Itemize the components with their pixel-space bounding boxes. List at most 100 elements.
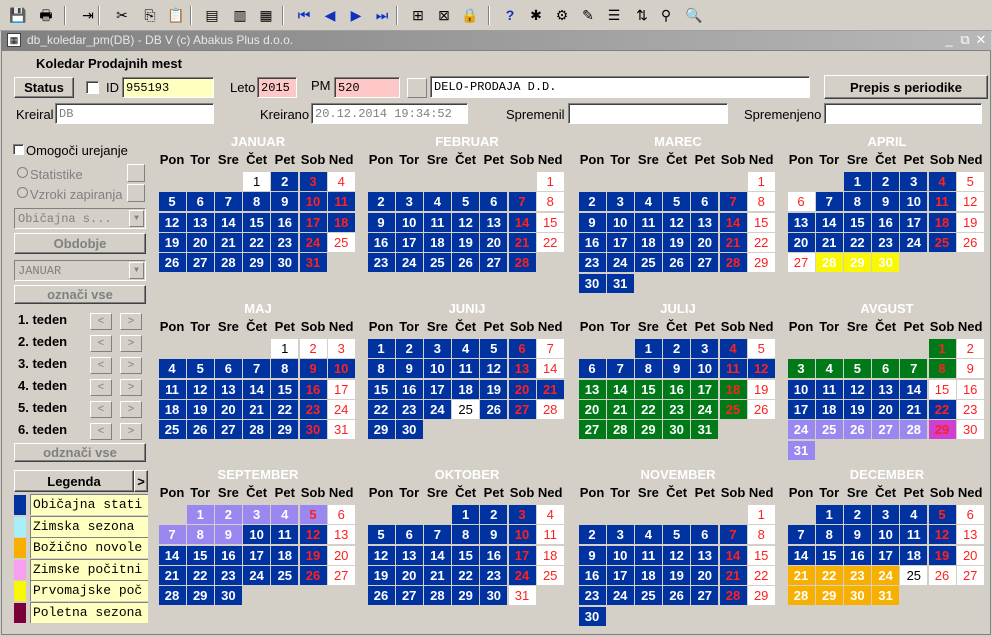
day-cell[interactable]: 6 [508,339,536,358]
day-cell[interactable]: 23 [214,565,242,585]
day-cell[interactable]: 15 [747,545,775,565]
day-cell[interactable]: 26 [367,586,395,606]
day-cell[interactable]: 12 [956,192,984,212]
day-cell[interactable]: 25 [928,232,956,252]
day-cell[interactable]: 8 [367,359,395,379]
day-cell[interactable]: 27 [186,253,214,273]
day-cell[interactable]: 17 [423,379,451,399]
day-cell[interactable]: 23 [271,232,299,252]
day-cell[interactable]: 26 [928,565,956,585]
day-cell[interactable]: 19 [480,379,508,399]
day-cell[interactable]: 30 [214,586,242,606]
day-cell[interactable]: 26 [299,565,327,585]
day-cell[interactable]: 1 [186,505,214,524]
day-cell[interactable]: 19 [663,232,691,252]
day-cell[interactable]: 4 [158,359,186,379]
day-cell[interactable]: 8 [634,359,662,379]
day-cell[interactable]: 29 [843,253,871,273]
day-cell[interactable]: 3 [606,192,634,212]
day-cell[interactable]: 1 [928,339,956,358]
day-cell[interactable]: 5 [928,505,956,524]
day-cell[interactable]: 25 [634,586,662,606]
day-cell[interactable]: 27 [214,420,242,440]
day-cell[interactable]: 18 [452,379,480,399]
day-cell[interactable]: 10 [299,192,327,212]
day-cell[interactable]: 1 [843,172,871,191]
day-cell[interactable]: 12 [843,379,871,399]
day-cell[interactable]: 7 [423,525,451,545]
day-cell[interactable]: 31 [872,586,900,606]
day-cell[interactable]: 3 [606,525,634,545]
day-cell[interactable]: 23 [367,253,395,273]
day-cell[interactable]: 15 [536,212,564,232]
day-cell[interactable]: 9 [271,192,299,212]
week-prev-button[interactable]: < [90,423,112,440]
day-cell[interactable]: 2 [271,172,299,191]
day-cell[interactable]: 25 [158,420,186,440]
day-cell[interactable]: 21 [900,399,928,419]
day-cell[interactable]: 12 [367,545,395,565]
day-cell[interactable]: 10 [787,379,815,399]
statistike-radio[interactable] [17,167,28,178]
day-cell[interactable]: 2 [480,505,508,524]
day-cell[interactable]: 3 [900,172,928,191]
day-cell[interactable]: 17 [243,545,271,565]
day-cell[interactable]: 5 [367,525,395,545]
day-cell[interactable]: 11 [634,212,662,232]
month-select[interactable]: JANUAR ▼ [14,260,146,281]
day-cell[interactable]: 16 [843,545,871,565]
day-cell[interactable]: 4 [634,525,662,545]
day-cell[interactable]: 27 [480,253,508,273]
day-cell[interactable]: 15 [243,212,271,232]
oznaci-vse-button[interactable]: označi vse [14,285,146,304]
day-cell[interactable]: 10 [395,212,423,232]
prepis-button[interactable]: Prepis s periodike [824,75,988,99]
day-cell[interactable]: 14 [243,379,271,399]
day-cell[interactable]: 22 [367,399,395,419]
day-cell[interactable]: 14 [900,379,928,399]
day-cell[interactable]: 7 [900,359,928,379]
day-cell[interactable]: 8 [747,525,775,545]
day-cell[interactable]: 15 [186,545,214,565]
day-cell[interactable]: 27 [691,586,719,606]
day-cell[interactable]: 17 [872,545,900,565]
day-cell[interactable]: 4 [423,192,451,212]
day-cell[interactable]: 2 [578,525,606,545]
day-cell[interactable]: 4 [900,505,928,524]
day-cell[interactable]: 25 [536,565,564,585]
day-cell[interactable]: 9 [578,212,606,232]
execute-query-icon[interactable]: ▥ [230,5,250,25]
day-cell[interactable]: 12 [663,545,691,565]
day-cell[interactable]: 20 [787,232,815,252]
day-cell[interactable]: 28 [815,253,843,273]
day-cell[interactable]: 26 [956,232,984,252]
day-cell[interactable]: 21 [243,399,271,419]
day-cell[interactable]: 4 [815,359,843,379]
day-cell[interactable]: 30 [843,586,871,606]
day-cell[interactable]: 29 [928,420,956,440]
day-cell[interactable]: 25 [815,420,843,440]
day-cell[interactable]: 7 [243,359,271,379]
day-cell[interactable]: 6 [956,505,984,524]
day-cell[interactable]: 8 [536,192,564,212]
day-cell[interactable]: 6 [787,192,815,212]
day-cell[interactable]: 4 [452,339,480,358]
day-cell[interactable]: 13 [480,212,508,232]
week-prev-button[interactable]: < [90,379,112,396]
day-cell[interactable]: 5 [452,192,480,212]
day-cell[interactable]: 22 [634,399,662,419]
day-cell[interactable]: 29 [367,420,395,440]
first-record-icon[interactable]: ⏮ [294,5,314,25]
day-cell[interactable]: 8 [452,525,480,545]
pm-field[interactable]: 520 [334,77,400,98]
day-cell[interactable]: 30 [663,420,691,440]
day-cell[interactable]: 13 [395,545,423,565]
print-icon[interactable]: 🖶 [36,5,56,25]
day-cell[interactable]: 19 [928,545,956,565]
day-cell[interactable]: 18 [815,399,843,419]
day-cell[interactable]: 11 [327,192,355,212]
day-cell[interactable]: 30 [872,253,900,273]
day-cell[interactable]: 17 [691,379,719,399]
day-cell[interactable]: 1 [243,172,271,191]
vzroki-button[interactable] [127,184,145,202]
